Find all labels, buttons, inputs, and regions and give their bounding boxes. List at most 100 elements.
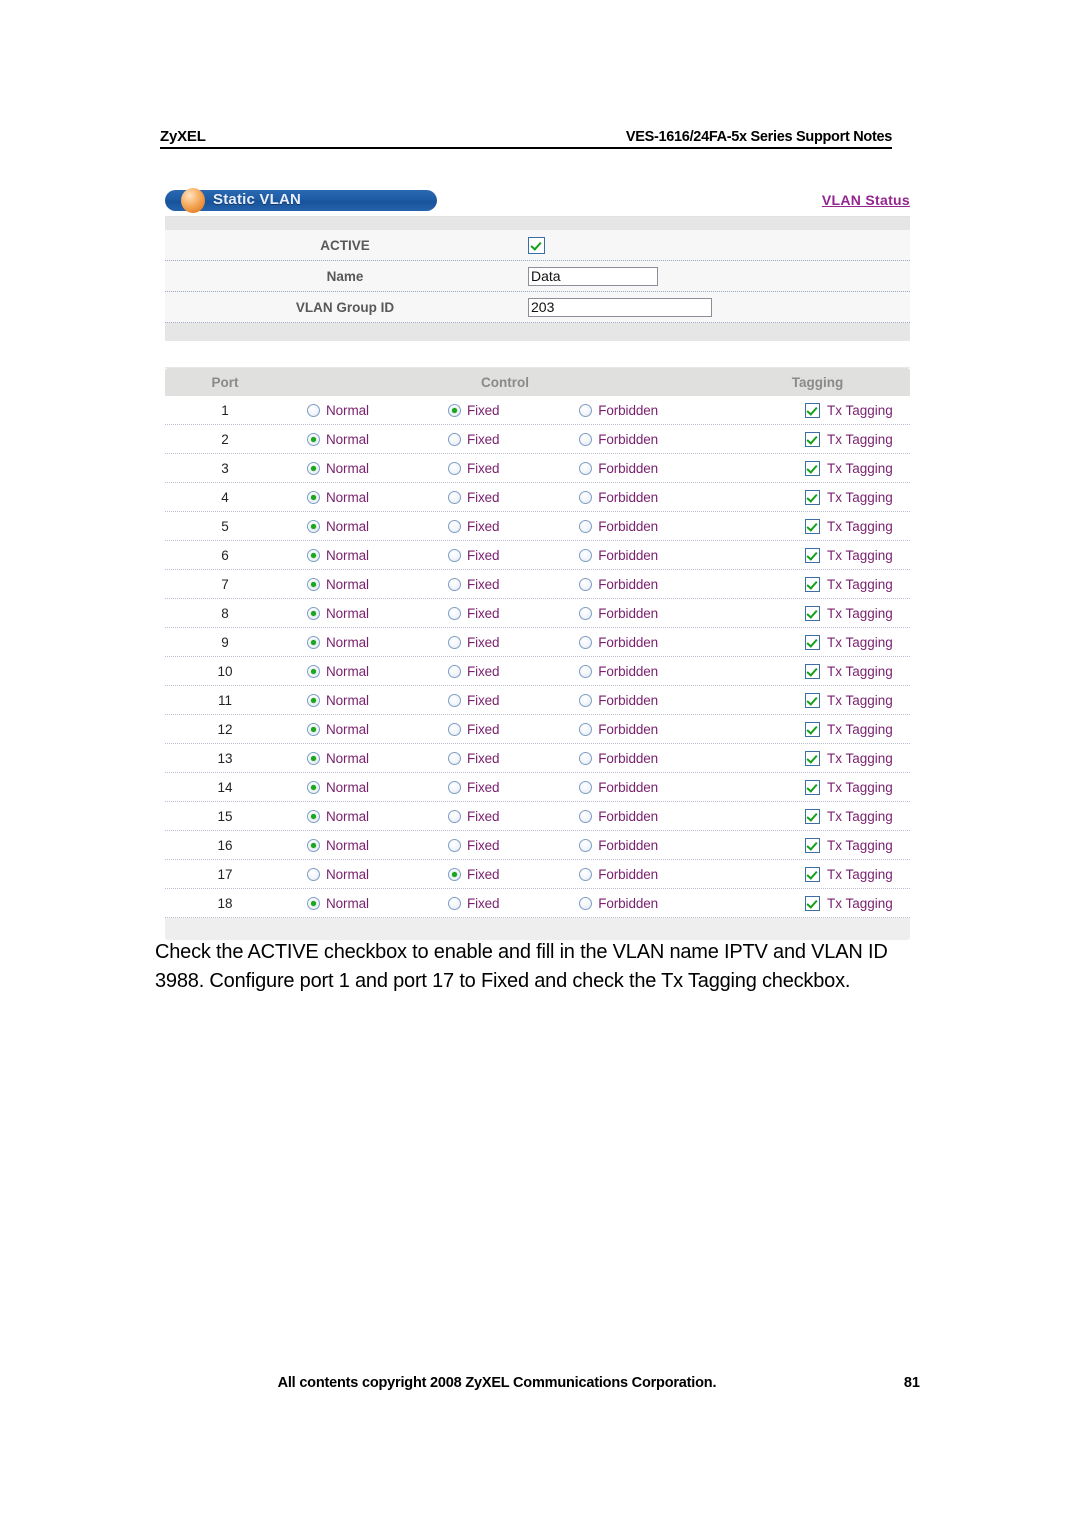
radio-option-forbidden-port-14[interactable]: Forbidden (579, 780, 725, 795)
vlan-status-link[interactable]: VLAN Status (822, 192, 910, 208)
radio-icon[interactable] (447, 722, 461, 736)
radio-option-forbidden-port-7[interactable]: Forbidden (579, 577, 725, 592)
tx-tagging-checkbox-port-12[interactable] (805, 721, 820, 737)
radio-option-fixed-port-1[interactable]: Fixed (447, 403, 579, 418)
radio-icon[interactable] (447, 519, 461, 533)
radio-icon[interactable] (579, 490, 593, 504)
radio-icon[interactable] (447, 635, 461, 649)
radio-icon[interactable] (447, 809, 461, 823)
vlan-group-id-input[interactable] (528, 297, 712, 317)
radio-icon[interactable] (307, 780, 320, 794)
radio-icon[interactable] (579, 432, 593, 446)
radio-icon[interactable] (579, 722, 593, 736)
radio-option-fixed-port-4[interactable]: Fixed (447, 490, 579, 505)
tx-tagging-checkbox-port-5[interactable] (805, 518, 820, 534)
radio-option-forbidden-port-8[interactable]: Forbidden (579, 606, 725, 621)
radio-option-forbidden-port-16[interactable]: Forbidden (579, 838, 725, 853)
radio-option-forbidden-port-6[interactable]: Forbidden (579, 548, 725, 563)
radio-option-fixed-port-8[interactable]: Fixed (447, 606, 579, 621)
radio-option-forbidden-port-2[interactable]: Forbidden (579, 432, 725, 447)
radio-option-fixed-port-15[interactable]: Fixed (447, 809, 579, 824)
radio-option-normal-port-13[interactable]: Normal (285, 751, 448, 766)
radio-option-forbidden-port-10[interactable]: Forbidden (579, 664, 725, 679)
radio-option-forbidden-port-12[interactable]: Forbidden (579, 722, 725, 737)
radio-icon[interactable] (307, 809, 320, 823)
radio-icon[interactable] (307, 838, 320, 852)
tx-tagging-checkbox-port-9[interactable] (805, 634, 820, 650)
radio-icon[interactable] (447, 867, 461, 881)
radio-option-fixed-port-12[interactable]: Fixed (447, 722, 579, 737)
radio-option-fixed-port-14[interactable]: Fixed (447, 780, 579, 795)
radio-option-normal-port-7[interactable]: Normal (285, 577, 448, 592)
tx-tagging-checkbox-port-11[interactable] (805, 692, 820, 708)
tx-tagging-checkbox-port-7[interactable] (805, 576, 820, 592)
radio-icon[interactable] (579, 461, 593, 475)
radio-option-fixed-port-9[interactable]: Fixed (447, 635, 579, 650)
radio-icon[interactable] (447, 461, 461, 475)
vlan-name-input[interactable] (528, 266, 658, 286)
radio-option-normal-port-8[interactable]: Normal (285, 606, 448, 621)
tx-tagging-checkbox-port-14[interactable] (805, 779, 820, 795)
radio-icon[interactable] (447, 432, 461, 446)
radio-option-fixed-port-11[interactable]: Fixed (447, 693, 579, 708)
radio-option-normal-port-10[interactable]: Normal (285, 664, 448, 679)
radio-option-forbidden-port-4[interactable]: Forbidden (579, 490, 725, 505)
tx-tagging-checkbox-port-2[interactable] (805, 431, 820, 447)
radio-option-fixed-port-6[interactable]: Fixed (447, 548, 579, 563)
radio-icon[interactable] (307, 403, 320, 417)
radio-option-normal-port-17[interactable]: Normal (285, 867, 448, 882)
radio-icon[interactable] (579, 693, 593, 707)
radio-option-normal-port-9[interactable]: Normal (285, 635, 448, 650)
radio-icon[interactable] (307, 635, 320, 649)
radio-option-normal-port-1[interactable]: Normal (285, 403, 448, 418)
tx-tagging-checkbox-port-8[interactable] (805, 605, 820, 621)
radio-option-forbidden-port-13[interactable]: Forbidden (579, 751, 725, 766)
radio-icon[interactable] (579, 838, 593, 852)
radio-icon[interactable] (579, 548, 593, 562)
radio-option-fixed-port-17[interactable]: Fixed (447, 867, 579, 882)
radio-icon[interactable] (579, 606, 593, 620)
radio-option-forbidden-port-9[interactable]: Forbidden (579, 635, 725, 650)
radio-option-forbidden-port-17[interactable]: Forbidden (579, 867, 725, 882)
radio-option-normal-port-6[interactable]: Normal (285, 548, 448, 563)
tx-tagging-checkbox-port-10[interactable] (805, 663, 820, 679)
radio-icon[interactable] (447, 664, 461, 678)
radio-option-fixed-port-5[interactable]: Fixed (447, 519, 579, 534)
radio-icon[interactable] (447, 490, 461, 504)
tx-tagging-checkbox-port-16[interactable] (805, 837, 820, 853)
tx-tagging-checkbox-port-15[interactable] (805, 808, 820, 824)
radio-option-fixed-port-18[interactable]: Fixed (447, 896, 579, 911)
tx-tagging-checkbox-port-17[interactable] (805, 866, 820, 882)
radio-option-forbidden-port-3[interactable]: Forbidden (579, 461, 725, 476)
radio-option-fixed-port-10[interactable]: Fixed (447, 664, 579, 679)
radio-icon[interactable] (307, 490, 320, 504)
radio-icon[interactable] (447, 577, 461, 591)
radio-option-normal-port-12[interactable]: Normal (285, 722, 448, 737)
radio-icon[interactable] (579, 403, 593, 417)
tx-tagging-checkbox-port-3[interactable] (805, 460, 820, 476)
radio-icon[interactable] (447, 780, 461, 794)
radio-option-normal-port-16[interactable]: Normal (285, 838, 448, 853)
radio-option-normal-port-3[interactable]: Normal (285, 461, 448, 476)
radio-icon[interactable] (447, 693, 461, 707)
radio-icon[interactable] (579, 751, 593, 765)
radio-icon[interactable] (307, 693, 320, 707)
radio-option-fixed-port-2[interactable]: Fixed (447, 432, 579, 447)
radio-icon[interactable] (579, 635, 593, 649)
radio-icon[interactable] (307, 606, 320, 620)
radio-icon[interactable] (447, 606, 461, 620)
radio-icon[interactable] (307, 548, 320, 562)
radio-icon[interactable] (447, 403, 461, 417)
tx-tagging-checkbox-port-13[interactable] (805, 750, 820, 766)
tx-tagging-checkbox-port-6[interactable] (805, 547, 820, 563)
radio-icon[interactable] (307, 461, 320, 475)
radio-option-forbidden-port-18[interactable]: Forbidden (579, 896, 725, 911)
radio-icon[interactable] (579, 577, 593, 591)
radio-icon[interactable] (579, 809, 593, 823)
radio-option-normal-port-11[interactable]: Normal (285, 693, 448, 708)
radio-option-forbidden-port-1[interactable]: Forbidden (579, 403, 725, 418)
active-checkbox[interactable] (528, 236, 545, 254)
radio-option-normal-port-5[interactable]: Normal (285, 519, 448, 534)
radio-icon[interactable] (307, 896, 320, 910)
radio-icon[interactable] (579, 867, 593, 881)
